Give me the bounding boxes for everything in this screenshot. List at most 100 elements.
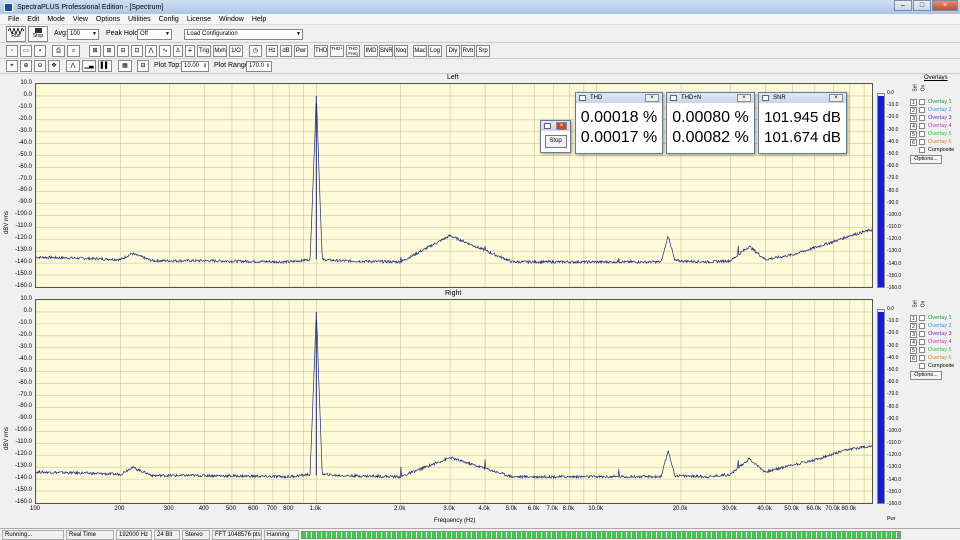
overlay-checkbox[interactable]	[919, 115, 925, 121]
zoom-icon[interactable]: ⌕	[67, 45, 80, 57]
overlay-checkbox[interactable]	[919, 323, 925, 329]
plot-area[interactable]	[35, 299, 873, 504]
overlay-row[interactable]: 3 Overlay 3	[910, 114, 952, 122]
menu-help[interactable]: Help	[252, 16, 266, 23]
overlay-row[interactable]: 1 Overlay 1	[910, 314, 952, 322]
person-icon[interactable]: ♙	[173, 45, 183, 57]
options-button[interactable]: Options...	[910, 155, 942, 164]
log-button[interactable]: Log	[428, 45, 442, 57]
phase-icon[interactable]: ∿	[159, 45, 171, 57]
db-button[interactable]: dB	[280, 45, 292, 57]
options-button[interactable]: Options...	[910, 371, 942, 380]
close-button[interactable]: ×	[932, 0, 958, 11]
overlay-select[interactable]: 1	[910, 314, 917, 322]
cursor-icon[interactable]: ⌖	[6, 60, 18, 72]
spectrum-icon[interactable]: ⋀	[145, 45, 157, 57]
bands-icon[interactable]: ▁▃	[82, 60, 96, 72]
overlay-checkbox[interactable]	[919, 107, 925, 113]
overlay-select[interactable]: 2	[910, 322, 917, 330]
composite-row[interactable]: Composite	[917, 146, 954, 154]
stop-button[interactable]: Stop	[28, 26, 48, 42]
dly-button[interactable]: Dly	[446, 45, 460, 57]
composite-checkbox[interactable]	[919, 363, 925, 369]
snr-button[interactable]: SNR	[379, 45, 393, 57]
overlay-row[interactable]: 5 Overlay 5	[910, 346, 952, 354]
overlay-checkbox[interactable]	[919, 123, 925, 129]
mac-button[interactable]: Mac	[413, 45, 427, 57]
mxh-button[interactable]: Mxh	[213, 45, 227, 57]
popup-stop-button[interactable]: Stop	[544, 135, 567, 148]
overlay-checkbox[interactable]	[919, 339, 925, 345]
trig-button[interactable]: Trig	[197, 45, 211, 57]
plot-range-input[interactable]: 170.0 ⇕	[246, 61, 272, 72]
overlay-row[interactable]: 6 Overlay 6	[910, 354, 952, 362]
thd-freq-button[interactable]: THD Freq	[346, 45, 360, 57]
plot-top-input[interactable]: 10.00 ⇕	[181, 61, 209, 72]
rvb-button[interactable]: Rvb	[461, 45, 475, 57]
overlay-row[interactable]: 6 Overlay 6	[910, 138, 952, 146]
close-icon[interactable]: ×	[645, 94, 659, 102]
bars-icon[interactable]: ▌▌	[98, 60, 112, 72]
menu-file[interactable]: File	[8, 16, 19, 23]
maximize-button[interactable]: □	[913, 0, 931, 11]
close-icon[interactable]: ×	[556, 122, 567, 130]
menu-utilities[interactable]: Utilities	[128, 16, 151, 23]
hz-button[interactable]: Hz	[266, 45, 278, 57]
overlay-checkbox[interactable]	[919, 355, 925, 361]
overlay-select[interactable]: 5	[910, 130, 917, 138]
srp-button[interactable]: Srp	[476, 45, 490, 57]
overlay-select[interactable]: 4	[910, 338, 917, 346]
menu-options[interactable]: Options	[96, 16, 120, 23]
marker-2-icon[interactable]: ⊞	[103, 45, 115, 57]
overlay-row[interactable]: 4 Overlay 4	[910, 122, 952, 130]
avg-select[interactable]: 100 ▼	[67, 29, 99, 40]
thd-button[interactable]: THD	[314, 45, 328, 57]
imd-button[interactable]: IMD	[364, 45, 378, 57]
octave-button[interactable]: 1/O	[229, 45, 243, 57]
overlay-row[interactable]: 5 Overlay 5	[910, 130, 952, 138]
split-icon[interactable]: ⊟	[137, 60, 149, 72]
pan-icon[interactable]: ✥	[48, 60, 60, 72]
probe-icon[interactable]: ⏚	[185, 45, 195, 57]
overlay-row[interactable]: 2 Overlay 2	[910, 322, 952, 330]
clock-icon[interactable]: ◷	[249, 45, 262, 57]
composite-checkbox[interactable]	[919, 147, 925, 153]
new-file-icon[interactable]: ▫	[6, 45, 18, 57]
overlay-checkbox[interactable]	[919, 99, 925, 105]
overlay-checkbox[interactable]	[919, 331, 925, 337]
run-button[interactable]: Run	[6, 26, 26, 42]
noq-button[interactable]: Noq	[394, 45, 408, 57]
menu-window[interactable]: Window	[219, 16, 244, 23]
zoom-out-icon[interactable]: ⊖	[34, 60, 46, 72]
close-icon[interactable]: ×	[737, 94, 751, 102]
overlay-select[interactable]: 4	[910, 122, 917, 130]
save-icon[interactable]: ▪	[34, 45, 46, 57]
overlay-row[interactable]: 4 Overlay 4	[910, 338, 952, 346]
open-icon[interactable]: ▭	[20, 45, 32, 57]
overlay-select[interactable]: 3	[910, 114, 917, 122]
calc-icon[interactable]: ▦	[118, 60, 132, 72]
menu-license[interactable]: License	[187, 16, 211, 23]
close-icon[interactable]: ×	[829, 94, 843, 102]
overlay-select[interactable]: 6	[910, 138, 917, 146]
thdn-button[interactable]: THD+N	[330, 45, 344, 57]
menu-edit[interactable]: Edit	[27, 16, 39, 23]
config-select[interactable]: Load Configuration ▼	[184, 29, 303, 40]
minimize-button[interactable]: –	[894, 0, 912, 11]
overlay-select[interactable]: 2	[910, 106, 917, 114]
pwr-button[interactable]: Pwr	[294, 45, 308, 57]
overlay-checkbox[interactable]	[919, 315, 925, 321]
marker-4-icon[interactable]: ⊡	[131, 45, 143, 57]
menu-mode[interactable]: Mode	[47, 16, 65, 23]
overlay-select[interactable]: 3	[910, 330, 917, 338]
overlay-row[interactable]: 1 Overlay 1	[910, 98, 952, 106]
overlay-checkbox[interactable]	[919, 139, 925, 145]
print-icon[interactable]: ⎙	[52, 45, 65, 57]
marker-1-icon[interactable]: ⊠	[89, 45, 101, 57]
overlay-row[interactable]: 3 Overlay 3	[910, 330, 952, 338]
overlay-checkbox[interactable]	[919, 131, 925, 137]
menu-config[interactable]: Config	[159, 16, 179, 23]
overlay-row[interactable]: 2 Overlay 2	[910, 106, 952, 114]
overlay-select[interactable]: 1	[910, 98, 917, 106]
marker-3-icon[interactable]: ⊟	[117, 45, 129, 57]
